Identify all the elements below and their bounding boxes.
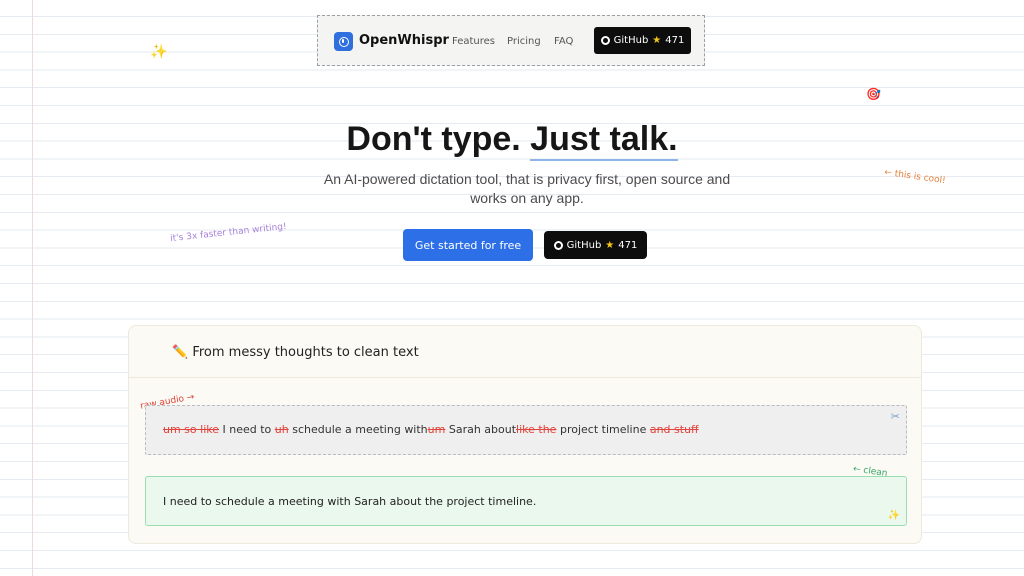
raw-segment: project timeline <box>556 423 650 436</box>
title-part-1: Don't type. <box>346 120 531 158</box>
filler-word: um so like <box>163 423 219 436</box>
raw-segment: schedule a meeting with <box>288 423 428 436</box>
brand-name[interactable]: OpenWhispr <box>359 33 449 48</box>
github-button[interactable]: GitHub ★ 471 <box>594 27 691 54</box>
raw-segment: Sarah about <box>445 423 517 436</box>
demo-card: ✏️ From messy thoughts to clean text raw… <box>128 325 922 544</box>
filler-word: like the <box>516 423 557 436</box>
star-icon: ★ <box>605 239 615 251</box>
raw-segment: I need to <box>219 423 275 436</box>
star-icon: ★ <box>652 35 662 46</box>
clean-output-text: I need to schedule a meeting with Sarah … <box>163 495 537 508</box>
scissors-icon: ✂ <box>890 410 900 423</box>
divider <box>129 377 921 378</box>
demo-heading-text: From messy thoughts to clean text <box>192 345 419 360</box>
hero-github-button[interactable]: GitHub ★ 471 <box>544 231 647 259</box>
github-label: GitHub <box>613 35 649 46</box>
clean-output-box: I need to schedule a meeting with Sarah … <box>145 476 907 526</box>
nav-link-faq[interactable]: FAQ <box>554 36 573 47</box>
filler-word: uh <box>274 423 289 436</box>
raw-transcript-box: um so like I need to uh schedule a meeti… <box>145 405 907 455</box>
hero-subtitle: An AI-powered dictation tool, that is pr… <box>323 171 731 206</box>
github-icon <box>600 36 610 45</box>
nav-link-pricing[interactable]: Pricing <box>507 36 541 47</box>
filler-word: and stuff <box>649 423 699 436</box>
sparkle-icon: ✨ <box>150 44 168 60</box>
title-part-2: Just talk. <box>530 120 678 161</box>
pencil-icon: ✏️ <box>172 345 189 360</box>
demo-heading: ✏️ From messy thoughts to clean text <box>172 345 419 360</box>
note-faster: it's 3x faster than writing! <box>169 221 288 245</box>
get-started-button[interactable]: Get started for free <box>403 229 533 261</box>
hero-github-stars: 471 <box>618 239 638 251</box>
github-stars: 471 <box>665 35 685 46</box>
github-icon <box>553 240 563 250</box>
nav-link-features[interactable]: Features <box>452 36 495 47</box>
page-title: Don't type. Just talk. <box>0 120 1024 161</box>
filler-word: um <box>427 423 446 436</box>
logo-icon[interactable] <box>334 32 353 51</box>
hero-github-label: GitHub <box>566 239 602 251</box>
raw-transcript-text: um so like I need to uh schedule a meeti… <box>163 423 699 436</box>
note-this-is-cool: ← this is cool! <box>883 167 947 187</box>
navbar: OpenWhispr Features Pricing FAQ GitHub ★… <box>317 15 705 66</box>
target-icon: 🎯 <box>866 87 881 101</box>
sparkle-icon: ✨ <box>887 510 900 521</box>
